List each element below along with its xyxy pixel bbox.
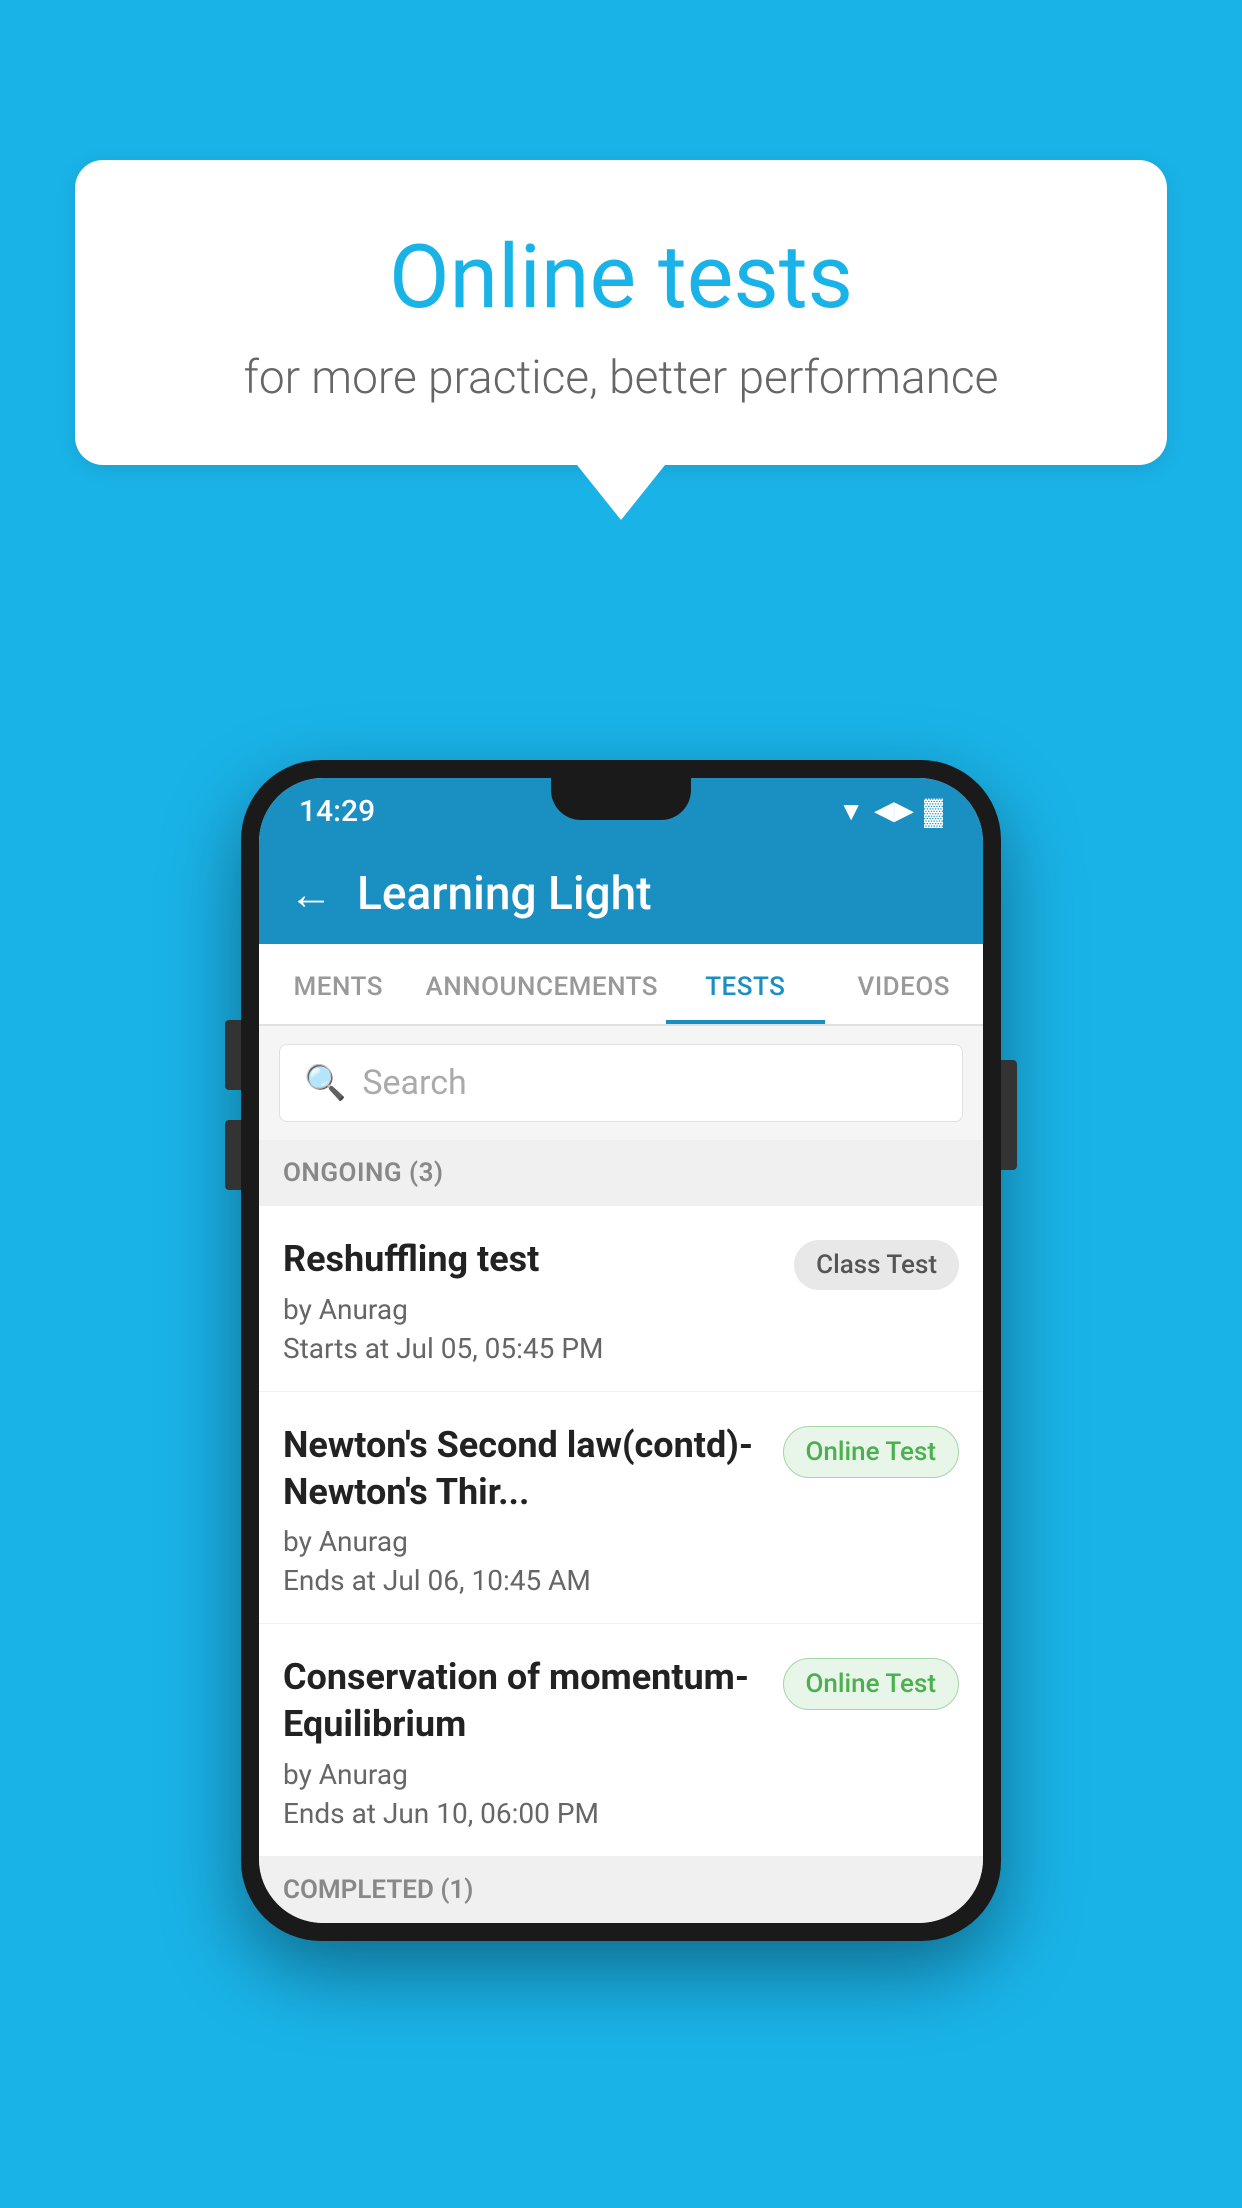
test-info-3: Conservation of momentum-Equilibrium by … bbox=[283, 1654, 767, 1830]
power-button bbox=[1001, 1060, 1017, 1170]
test-name-3: Conservation of momentum-Equilibrium bbox=[283, 1654, 767, 1748]
volume-down-button bbox=[225, 1120, 241, 1190]
test-author-2: by Anurag bbox=[283, 1525, 767, 1558]
phone-screen: 14:29 ▼ ◀▶ ▓ ← Learning Light MENTS ANNO… bbox=[259, 778, 983, 1923]
battery-icon: ▓ bbox=[924, 796, 943, 827]
test-badge-2: Online Test bbox=[783, 1426, 960, 1478]
test-name-2: Newton's Second law(contd)-Newton's Thir… bbox=[283, 1422, 767, 1516]
notch bbox=[551, 778, 691, 820]
status-time: 14:29 bbox=[299, 794, 375, 829]
speech-bubble-title: Online tests bbox=[135, 230, 1107, 327]
test-item-2[interactable]: Newton's Second law(contd)-Newton's Thir… bbox=[259, 1392, 983, 1625]
speech-bubble-wrapper: Online tests for more practice, better p… bbox=[75, 160, 1167, 520]
test-name-1: Reshuffling test bbox=[283, 1236, 778, 1283]
back-button[interactable]: ← bbox=[289, 868, 333, 920]
search-bar[interactable]: 🔍 Search bbox=[279, 1044, 963, 1122]
completed-section-header: COMPLETED (1) bbox=[259, 1857, 983, 1923]
wifi-icon: ▼ bbox=[838, 796, 864, 827]
test-author-3: by Anurag bbox=[283, 1758, 767, 1791]
status-icons: ▼ ◀▶ ▓ bbox=[838, 796, 943, 827]
tabs-bar: MENTS ANNOUNCEMENTS TESTS VIDEOS bbox=[259, 944, 983, 1026]
app-title: Learning Light bbox=[357, 867, 652, 921]
app-bar: ← Learning Light bbox=[259, 844, 983, 944]
test-time-1: Starts at Jul 05, 05:45 PM bbox=[283, 1332, 778, 1365]
test-author-1: by Anurag bbox=[283, 1293, 778, 1326]
speech-bubble-arrow bbox=[577, 465, 665, 520]
phone-wrapper: 14:29 ▼ ◀▶ ▓ ← Learning Light MENTS ANNO… bbox=[241, 760, 1001, 1941]
speech-bubble: Online tests for more practice, better p… bbox=[75, 160, 1167, 465]
test-list: Reshuffling test by Anurag Starts at Jul… bbox=[259, 1206, 983, 1857]
test-time-3: Ends at Jun 10, 06:00 PM bbox=[283, 1797, 767, 1830]
search-input[interactable]: Search bbox=[362, 1063, 466, 1103]
test-time-2: Ends at Jul 06, 10:45 AM bbox=[283, 1564, 767, 1597]
ongoing-section-header: ONGOING (3) bbox=[259, 1140, 983, 1206]
tab-announcements[interactable]: ANNOUNCEMENTS bbox=[417, 944, 666, 1024]
test-info-1: Reshuffling test by Anurag Starts at Jul… bbox=[283, 1236, 778, 1365]
tab-tests[interactable]: TESTS bbox=[666, 944, 824, 1024]
test-item-1[interactable]: Reshuffling test by Anurag Starts at Jul… bbox=[259, 1206, 983, 1392]
completed-label: COMPLETED (1) bbox=[283, 1875, 473, 1905]
test-info-2: Newton's Second law(contd)-Newton's Thir… bbox=[283, 1422, 767, 1598]
search-icon: 🔍 bbox=[304, 1063, 346, 1103]
speech-bubble-subtitle: for more practice, better performance bbox=[135, 351, 1107, 405]
volume-up-button bbox=[225, 1020, 241, 1090]
tab-ments[interactable]: MENTS bbox=[259, 944, 417, 1024]
ongoing-label: ONGOING (3) bbox=[283, 1158, 444, 1188]
test-item-3[interactable]: Conservation of momentum-Equilibrium by … bbox=[259, 1624, 983, 1857]
search-container: 🔍 Search bbox=[259, 1026, 983, 1140]
tab-videos[interactable]: VIDEOS bbox=[825, 944, 983, 1024]
test-badge-1: Class Test bbox=[794, 1240, 959, 1290]
test-badge-3: Online Test bbox=[783, 1658, 960, 1710]
signal-icon: ◀▶ bbox=[874, 796, 914, 826]
phone-outer: 14:29 ▼ ◀▶ ▓ ← Learning Light MENTS ANNO… bbox=[241, 760, 1001, 1941]
